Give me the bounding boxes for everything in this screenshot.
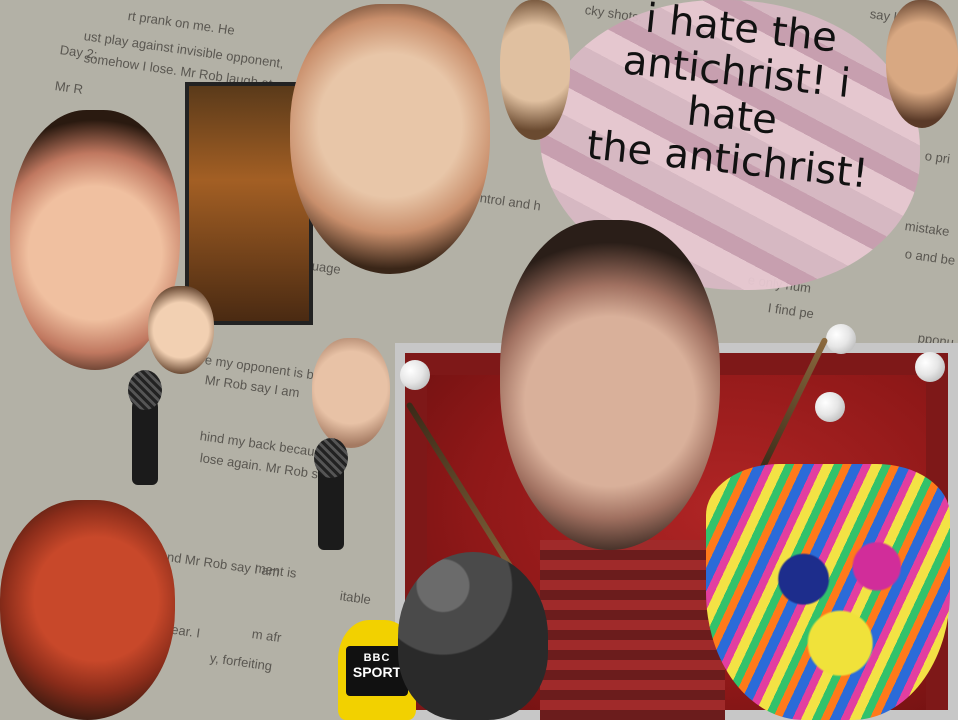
background-text-line: Mr R bbox=[53, 78, 84, 97]
background-text-line: y, forfeiting bbox=[208, 650, 274, 674]
psychedelic-tiger-image bbox=[706, 464, 950, 720]
pool-ball bbox=[915, 352, 945, 382]
face-cutout-left-bottom bbox=[0, 500, 175, 720]
tartan-vest-image bbox=[540, 540, 725, 720]
background-text-line: o pri bbox=[923, 148, 952, 167]
microphone-head bbox=[314, 438, 348, 478]
background-text-line: rt prank on me. He bbox=[126, 8, 236, 38]
background-text-line: m afr bbox=[250, 626, 283, 646]
face-cutout-small-left bbox=[148, 286, 214, 374]
microphone-head bbox=[128, 370, 162, 410]
background-text-line: ntrol and h bbox=[478, 190, 542, 214]
face-cutout-right-center bbox=[500, 220, 720, 550]
background-text-line: mistake bbox=[903, 218, 951, 240]
background-text-line: o and be bbox=[903, 246, 957, 268]
background-text-line: and Mr Rob say I am bbox=[158, 548, 281, 580]
face-cutout-top-right bbox=[886, 0, 958, 128]
pool-ball bbox=[826, 324, 856, 354]
background-text-line: Day 2: bbox=[58, 42, 99, 63]
background-text-line: itable bbox=[338, 588, 372, 608]
background-text-line: uage bbox=[310, 258, 342, 277]
pool-ball bbox=[400, 360, 430, 390]
pool-ball bbox=[815, 392, 845, 422]
collage-canvas: rt prank on me. He ust play against invi… bbox=[0, 0, 958, 720]
pigeon-image bbox=[398, 552, 548, 720]
background-text-line: I find pe bbox=[766, 300, 815, 322]
face-cutout-top-mid bbox=[500, 0, 570, 140]
face-cutout-bald bbox=[312, 338, 390, 448]
face-cutout-center-top bbox=[290, 4, 490, 274]
